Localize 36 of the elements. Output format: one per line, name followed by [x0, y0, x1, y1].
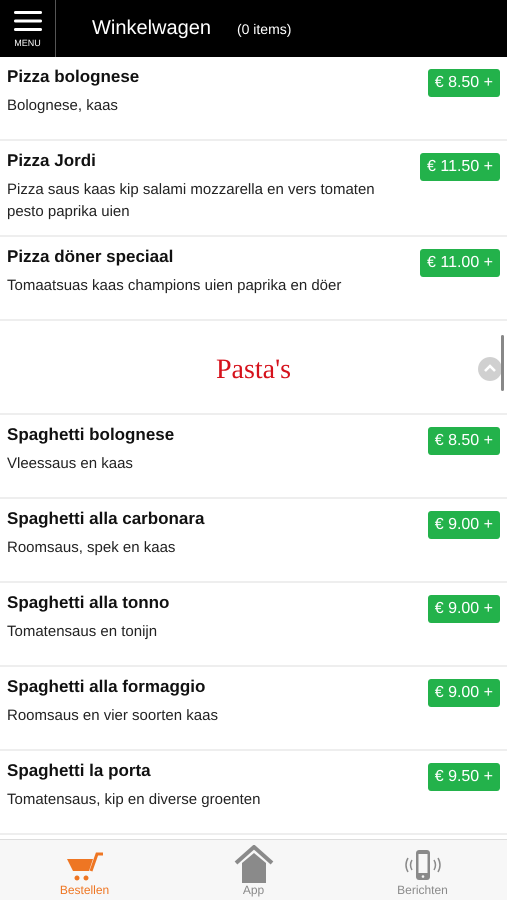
scroll-up-icon[interactable]	[478, 357, 502, 381]
menu-icon	[14, 10, 42, 32]
dish-name: Spaghetti la porta	[7, 760, 152, 780]
dish-name: Pizza döner speciaal	[7, 246, 174, 266]
price-button[interactable]: € 8.50 +	[428, 426, 500, 454]
price-button[interactable]: € 8.50 +	[428, 69, 500, 97]
dish-name: Pizza Jordi	[7, 151, 97, 171]
dish-description: Roomsaus, spek en kaas	[7, 538, 176, 558]
home-icon	[234, 845, 274, 883]
price-button[interactable]: € 9.00 +	[428, 510, 500, 538]
cart-icon	[64, 851, 104, 883]
dish-name: Spaghetti alla tonno	[7, 592, 170, 612]
scrollbar	[501, 335, 504, 391]
dish-name: Spaghetti bolognese	[7, 424, 174, 444]
price-button[interactable]: € 9.00 +	[428, 594, 500, 622]
phone-icon	[402, 849, 442, 883]
dish-description: Roomsaus en vier soorten kaas	[7, 706, 218, 726]
dish-description: Bolognese, kaas	[7, 96, 119, 116]
cart-count: (0 items)	[236, 20, 292, 36]
price-button[interactable]: € 9.00 +	[428, 678, 500, 706]
price-button[interactable]: € 11.00 +	[420, 248, 500, 276]
tab[interactable]: Bestellen	[0, 840, 169, 900]
dish-name: Spaghetti alla formaggio	[7, 676, 206, 696]
dish-description: Vleessaus en kaas	[7, 454, 134, 474]
page-title: Winkelwagen	[92, 17, 211, 40]
dish-name: Spaghetti alla carbonara	[7, 508, 204, 528]
section-title: Pasta's	[216, 354, 292, 386]
dish-description: Tomatensaus, kip en diverse groenten	[7, 790, 260, 810]
tab[interactable]: App	[169, 840, 338, 900]
dish-description: Tomatensaus en tonijn	[7, 622, 158, 642]
tab[interactable]: Berichten	[338, 840, 507, 900]
price-button[interactable]: € 11.50 +	[420, 153, 500, 181]
dish-description: Pizza saus kaas kip salami mozzarella en vers tomaten pesto paprika uien	[7, 180, 376, 222]
price-button[interactable]: € 9.50 +	[428, 762, 500, 790]
dish-description: Tomaatsuas kaas champions uien paprika en döer	[7, 276, 342, 296]
dish-name: Pizza bolognese	[7, 67, 140, 87]
